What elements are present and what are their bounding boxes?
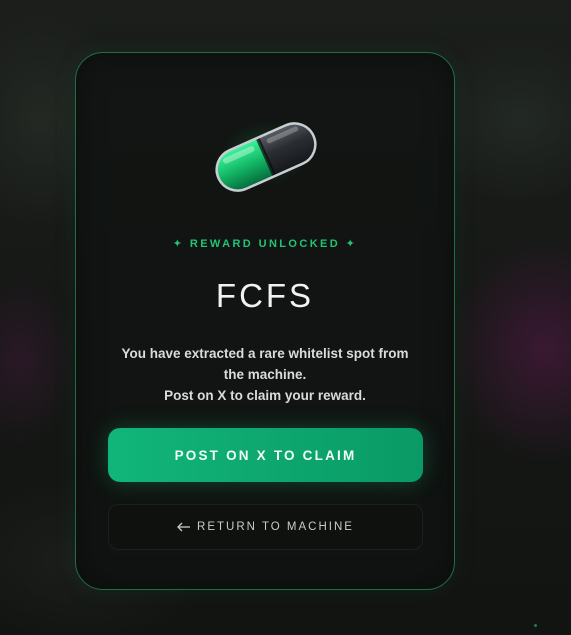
description-line: Post on X to claim your reward. <box>164 388 366 403</box>
reward-title: FCFS <box>215 277 315 314</box>
arrow-left-icon <box>177 522 191 532</box>
reward-modal: ✦ REWARD UNLOCKED ✦ FCFS You have extrac… <box>75 52 455 590</box>
pill-capsule-icon <box>201 103 331 203</box>
description-line: You have extracted a rare whitelist spot… <box>121 346 409 361</box>
corner-indicator-dot <box>534 624 537 627</box>
return-to-machine-button[interactable]: RETURN TO MACHINE <box>108 504 423 550</box>
reward-description: You have extracted a rare whitelist spot… <box>106 343 424 406</box>
description-line: the machine. <box>223 367 307 382</box>
post-on-x-claim-label: POST ON X TO CLAIM <box>174 447 357 463</box>
reward-unlocked-kicker: ✦ REWARD UNLOCKED ✦ <box>172 238 358 250</box>
post-on-x-claim-button[interactable]: POST ON X TO CLAIM <box>108 428 423 482</box>
return-to-machine-label: RETURN TO MACHINE <box>197 521 354 533</box>
